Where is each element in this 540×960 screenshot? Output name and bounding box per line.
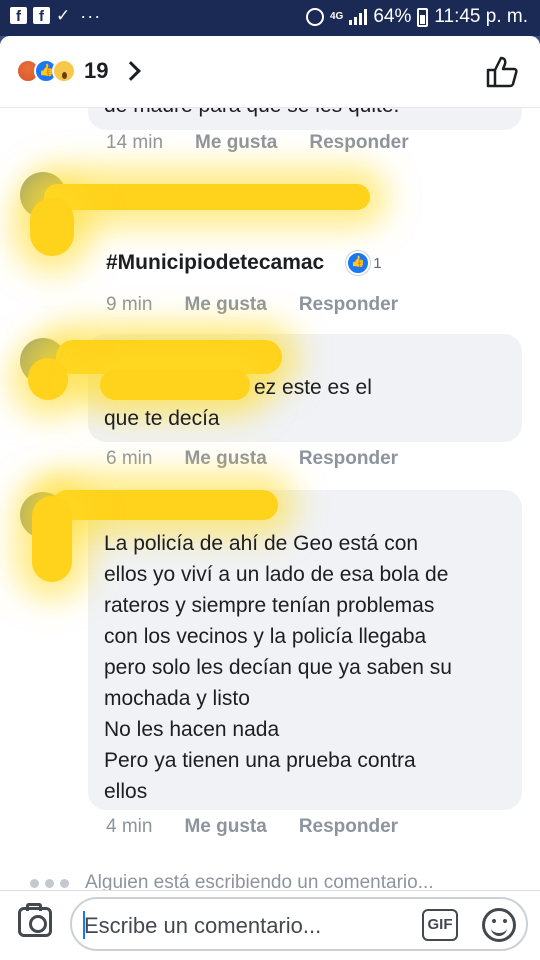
- camera-icon[interactable]: [18, 903, 52, 937]
- hashtag-link[interactable]: #Municipiodetecamac: [106, 251, 324, 275]
- reply-link[interactable]: Responder: [299, 294, 398, 316]
- comment-time: 6 min: [106, 448, 153, 469]
- status-bar: f f ✓ ··· 4G 64% 11:45 p. m.: [0, 0, 540, 36]
- comment-time: 14 min: [106, 132, 164, 153]
- reaction-count: 19: [84, 58, 109, 83]
- redaction-scribble: [28, 358, 68, 400]
- comment-time: 9 min: [106, 294, 153, 315]
- redaction-scribble: [56, 340, 282, 374]
- comment-input[interactable]: Escribe un comentario... GIF: [70, 897, 528, 951]
- typing-dots-icon: [30, 878, 69, 888]
- reaction-summary[interactable]: 19: [16, 58, 142, 84]
- like-outline-icon[interactable]: [484, 54, 520, 90]
- redaction-scribble: [52, 490, 278, 520]
- redaction-scribble: [44, 184, 370, 210]
- system-icons: 4G 64% 11:45 p. m.: [305, 6, 528, 28]
- gif-button[interactable]: GIF: [422, 909, 458, 941]
- like-reaction-icon: [346, 251, 371, 275]
- comment-placeholder: Escribe un comentario...: [84, 913, 322, 938]
- comment-actions: 9 min Me gusta Responder: [106, 294, 398, 316]
- comment-content: #Municipiodetecamac 1: [106, 251, 382, 275]
- alarm-icon: [305, 8, 324, 26]
- comment-actions: 4 min Me gusta Responder: [106, 816, 398, 838]
- notification-icons: f f ✓ ···: [10, 5, 102, 26]
- more-notifications-icon: ···: [80, 5, 102, 26]
- reply-link[interactable]: Responder: [299, 816, 398, 838]
- comment-actions: 14 min Me gusta Responder: [106, 132, 409, 154]
- comment-reaction-count: 1: [373, 254, 382, 272]
- battery-percent: 64%: [373, 6, 412, 27]
- facebook-notification-icon: f: [10, 7, 27, 25]
- battery-icon: [417, 7, 429, 27]
- comment-actions: 6 min Me gusta Responder: [106, 448, 398, 470]
- download-done-icon: ✓: [56, 6, 71, 25]
- like-link[interactable]: Me gusta: [184, 294, 266, 316]
- comment-bubble[interactable]: de madre para que se les quite.: [88, 108, 522, 130]
- like-link[interactable]: Me gusta: [184, 448, 266, 470]
- clock: 11:45 p. m.: [434, 6, 528, 27]
- redaction-scribble: [30, 198, 74, 256]
- network-type: 4G: [329, 11, 344, 22]
- wow-reaction-icon: [52, 59, 76, 83]
- comment-text: ez este es el que te decía: [104, 376, 372, 430]
- typing-text: Alguien está escribiendo un comentario..…: [85, 872, 434, 890]
- reply-link[interactable]: Responder: [299, 448, 398, 470]
- emoji-icon[interactable]: [482, 908, 516, 942]
- comments-sheet: 19 de madre para que se les quite. 14 mi…: [0, 36, 540, 960]
- comment-text: La policía de ahí de Geo está con ellos …: [104, 532, 452, 803]
- reactions-header: 19: [0, 36, 540, 108]
- comments-list[interactable]: de madre para que se les quite. 14 min M…: [0, 108, 540, 890]
- signal-icon: [349, 9, 368, 25]
- typing-indicator: Alguien está escribiendo un comentario..…: [30, 872, 434, 890]
- facebook-notification-icon: f: [33, 7, 50, 25]
- redaction-scribble: [32, 496, 72, 582]
- reply-link[interactable]: Responder: [309, 132, 408, 154]
- comment-time: 4 min: [106, 816, 153, 837]
- chevron-right-icon[interactable]: [121, 61, 142, 81]
- like-link[interactable]: Me gusta: [184, 816, 266, 838]
- comment-composer: Escribe un comentario... GIF: [0, 890, 540, 960]
- comment-text: de madre para que se les quite.: [104, 108, 399, 121]
- like-link[interactable]: Me gusta: [195, 132, 277, 154]
